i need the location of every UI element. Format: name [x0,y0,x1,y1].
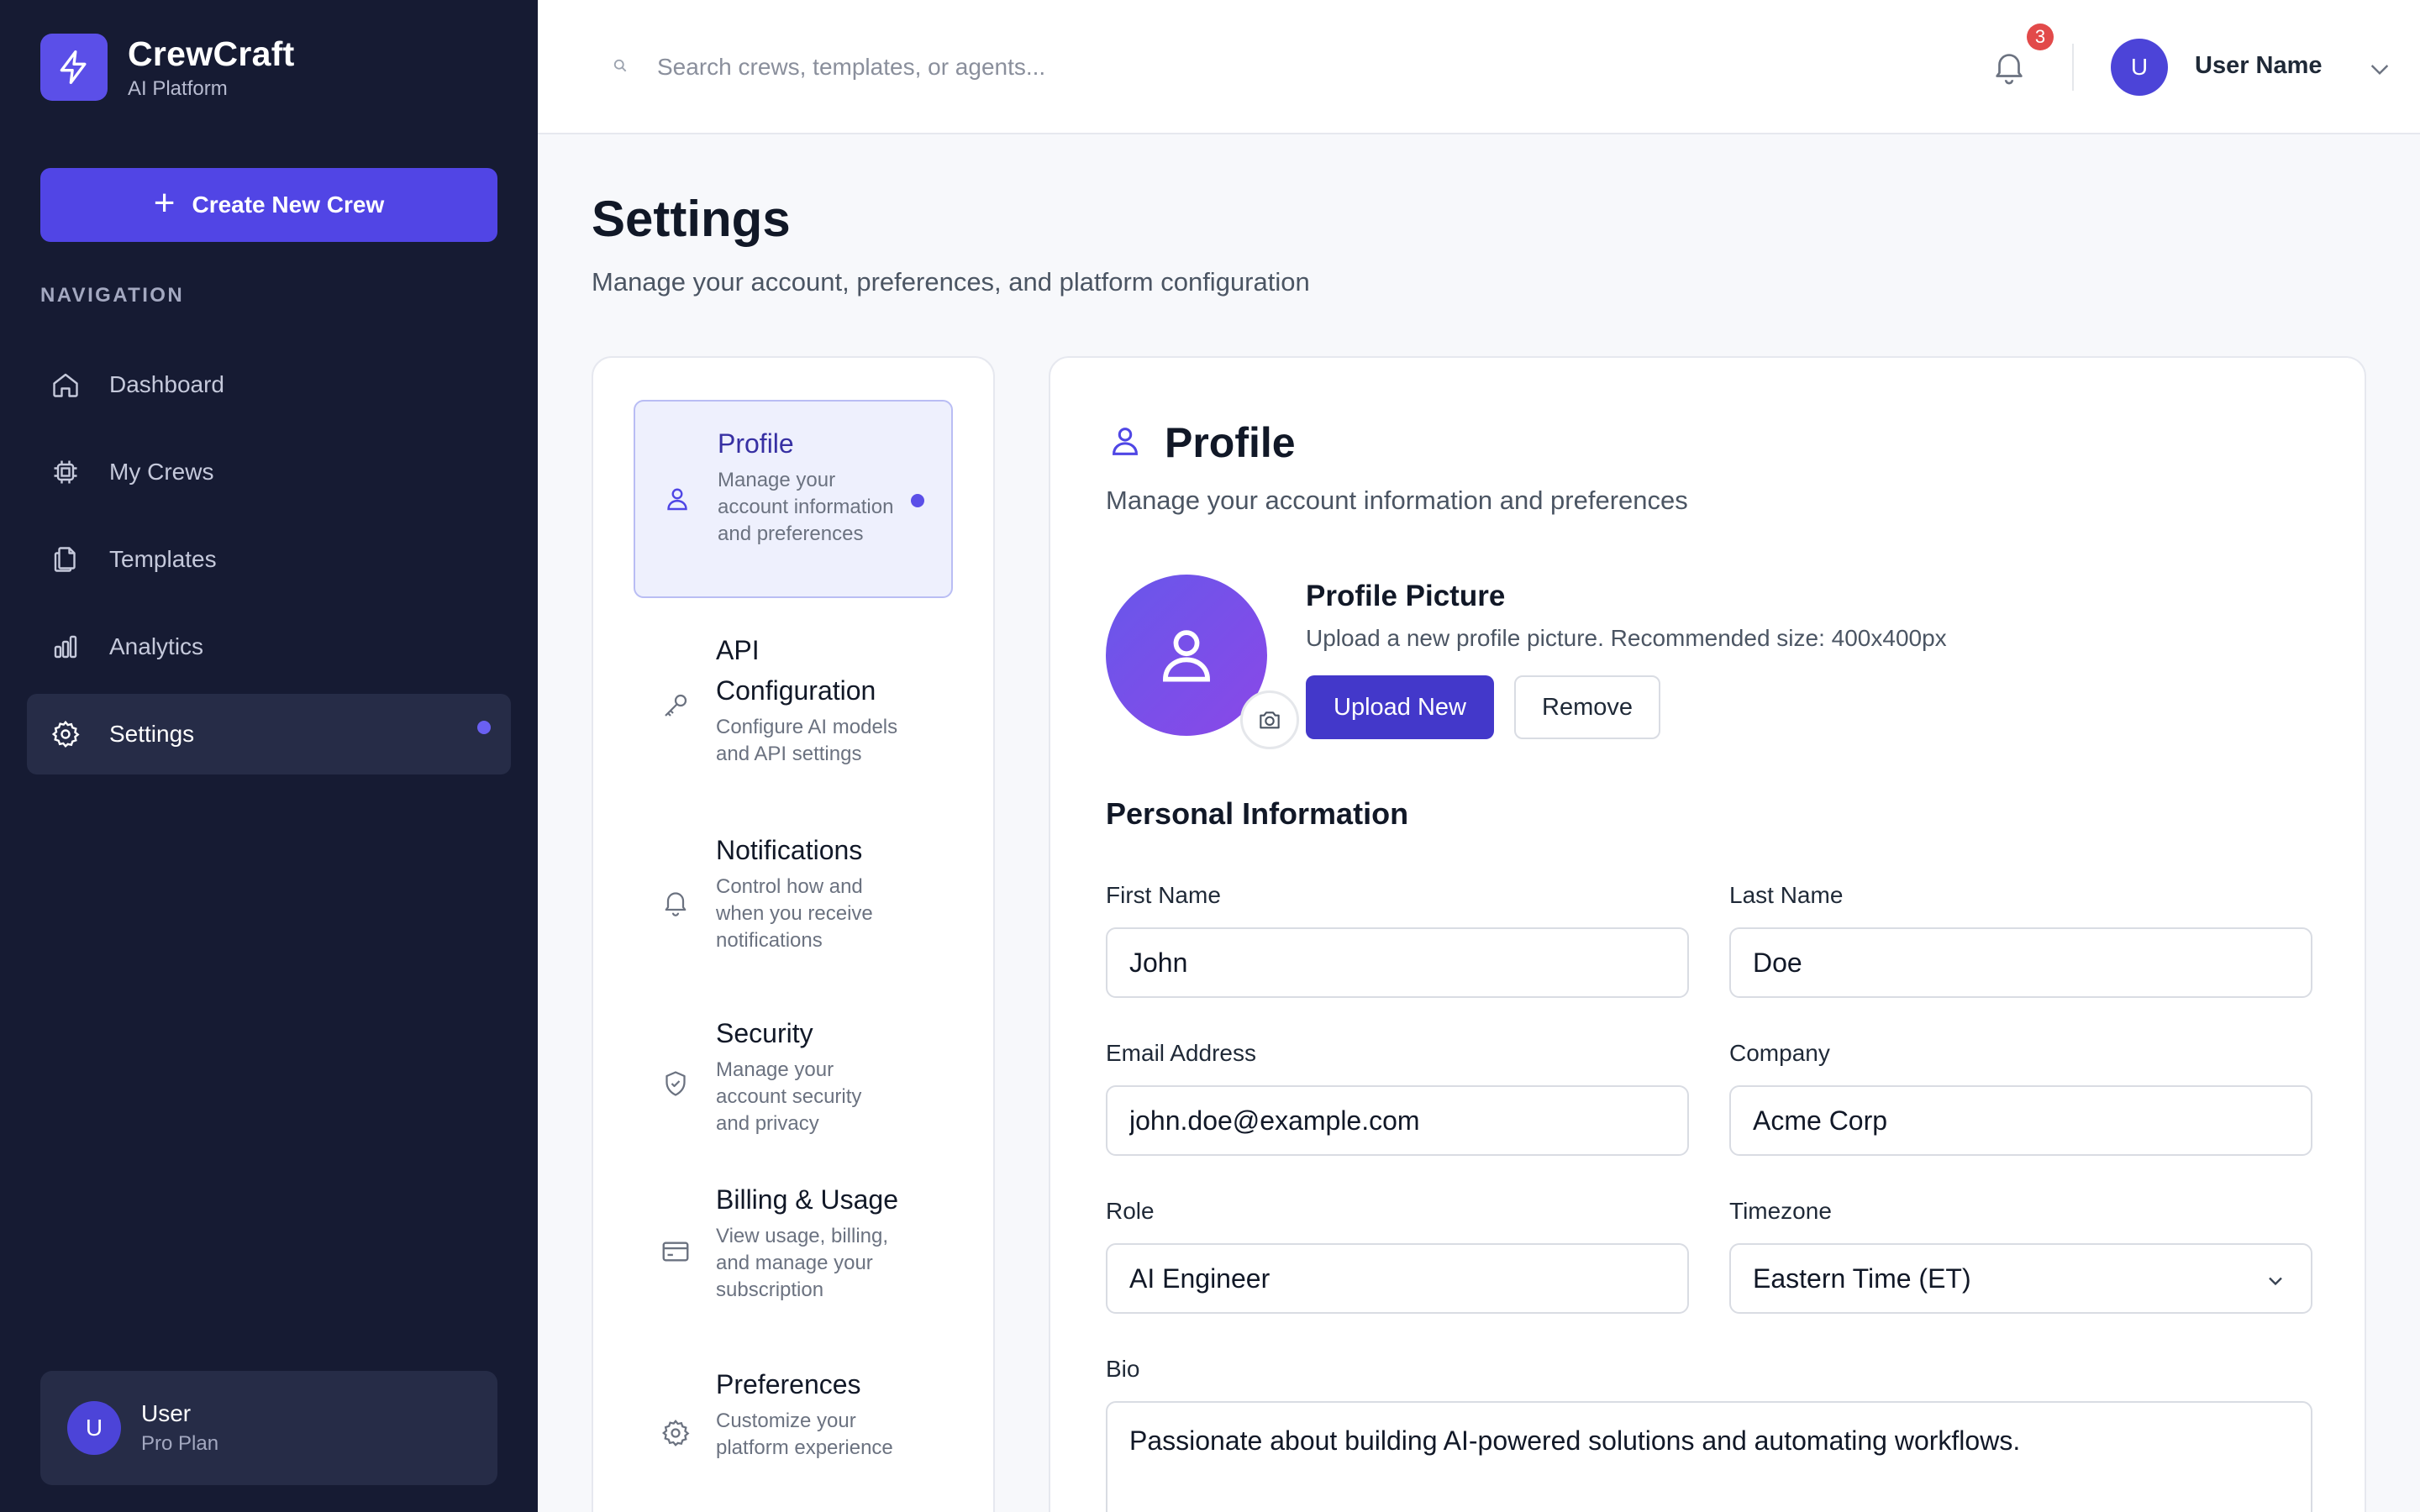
settings-menu-preferences[interactable]: Preferences Customize your platform expe… [634,1349,953,1500]
menu-item-desc: Customize your platform experience [716,1410,893,1459]
page-title: Settings [592,191,791,247]
nav-heading: NAVIGATION [40,284,185,307]
avatar[interactable]: U [2111,39,2168,96]
sidebar-item-label: Templates [109,546,217,572]
sidebar-user-card[interactable]: U User Pro Plan [40,1371,497,1485]
camera-icon[interactable] [1240,690,1299,749]
page-subtitle: Manage your account, preferences, and pl… [592,267,1310,297]
chip-icon [49,455,82,489]
sidebar-item-my-crews[interactable]: My Crews [27,432,511,512]
sidebar-item-settings[interactable]: Settings [27,694,511,774]
shield-icon [659,1067,692,1100]
bell-icon [659,885,692,919]
bio-textarea[interactable]: Passionate about building AI-powered sol… [1106,1401,2312,1512]
create-new-crew-button[interactable]: + Create New Crew [40,168,497,242]
lightning-logo-icon [40,34,108,101]
gear-icon [49,717,82,751]
sidebar-nav: Dashboard My Crews Templates Analytics S… [27,344,511,781]
last-name-label: Last Name [1729,882,1844,908]
bar-chart-icon [49,630,82,664]
brand-name: CrewCraft [128,34,295,73]
topbar-divider [2072,44,2074,91]
credit-card-icon [659,1235,692,1268]
timezone-value: Eastern Time (ET) [1753,1263,1971,1294]
settings-menu-api-configuration[interactable]: API Configuration Configure AI models an… [634,615,953,783]
sidebar: CrewCraft AI Platform + Create New Crew … [0,0,538,1512]
company-label: Company [1729,1040,1830,1066]
home-icon [49,368,82,402]
bio-label: Bio [1106,1356,1140,1382]
search-input[interactable] [657,42,1413,92]
menu-item-desc: Manage your account security and privacy [716,1058,862,1135]
sidebar-item-dashboard[interactable]: Dashboard [27,344,511,425]
chevron-down-icon [2264,1268,2287,1299]
first-name-label: First Name [1106,882,1221,908]
active-indicator-dot [477,721,491,734]
sidebar-item-label: Settings [109,721,195,747]
notifications-bell-icon[interactable] [1990,47,2030,87]
company-field[interactable] [1729,1085,2312,1156]
chevron-down-icon[interactable] [2366,55,2393,87]
profile-subtitle: Manage your account information and pref… [1106,486,1688,515]
personal-info-heading: Personal Information [1106,796,1409,831]
email-label: Email Address [1106,1040,1256,1066]
create-new-crew-label: Create New Crew [192,192,385,218]
menu-item-title: Notifications [716,835,863,865]
active-indicator-dot [911,494,924,507]
sidebar-item-label: Dashboard [109,371,224,397]
menu-item-title: Profile [718,428,794,459]
sidebar-item-label: My Crews [109,459,214,485]
key-icon [659,689,692,722]
user-plan: Pro Plan [141,1432,219,1455]
menu-item-title: API Configuration [716,635,876,706]
menu-item-desc: Configure AI models and API settings [716,716,898,765]
sidebar-item-analytics[interactable]: Analytics [27,606,511,687]
main-content: 3 U User Name Settings Manage your accou… [538,0,2420,1512]
profile-title: Profile [1165,419,1296,466]
email-field[interactable] [1106,1085,1689,1156]
menu-item-title: Billing & Usage [716,1184,898,1215]
notification-count-badge: 3 [2027,24,2054,50]
user-icon [660,482,694,516]
remove-button[interactable]: Remove [1514,675,1660,739]
timezone-select[interactable]: Eastern Time (ET) [1729,1243,2312,1314]
user-name: User [141,1400,192,1426]
copy-icon [49,543,82,576]
menu-item-desc: Control how and when you receive notific… [716,875,873,952]
profile-picture-hint: Upload a new profile picture. Recommende… [1306,625,1947,651]
plus-icon: + [153,182,176,223]
settings-menu-profile[interactable]: Profile Manage your account information … [634,400,953,598]
avatar: U [67,1401,121,1455]
topbar: 3 U User Name [538,0,2420,134]
sidebar-item-templates[interactable]: Templates [27,519,511,600]
role-label: Role [1106,1198,1155,1224]
last-name-field[interactable] [1729,927,2312,998]
brand[interactable]: CrewCraft AI Platform [40,34,295,101]
user-icon [1106,422,1144,465]
settings-menu-notifications[interactable]: Notifications Control how and when you r… [634,813,953,981]
app-root: CrewCraft AI Platform + Create New Crew … [0,0,2420,1512]
gear-icon [659,1416,692,1450]
settings-menu-security[interactable]: Security Manage your account security an… [634,996,953,1147]
sidebar-item-label: Analytics [109,633,204,659]
menu-item-desc: Manage your account information and pref… [718,469,894,545]
role-field[interactable] [1106,1243,1689,1314]
brand-subtitle: AI Platform [128,76,228,100]
topbar-user-name[interactable]: User Name [2195,52,2323,80]
menu-item-title: Preferences [716,1369,861,1399]
menu-item-desc: View usage, billing, and manage your sub… [716,1225,889,1301]
profile-picture-title: Profile Picture [1306,580,1506,612]
search-icon [612,57,629,78]
upload-new-button[interactable]: Upload New [1306,675,1494,739]
profile-header: Profile [1106,418,1296,467]
menu-item-title: Security [716,1018,813,1048]
settings-menu: Profile Manage your account information … [592,356,995,1512]
profile-panel: Profile Manage your account information … [1049,356,2366,1512]
first-name-field[interactable] [1106,927,1689,998]
timezone-label: Timezone [1729,1198,1832,1224]
settings-menu-billing-usage[interactable]: Billing & Usage View usage, billing, and… [634,1154,953,1322]
